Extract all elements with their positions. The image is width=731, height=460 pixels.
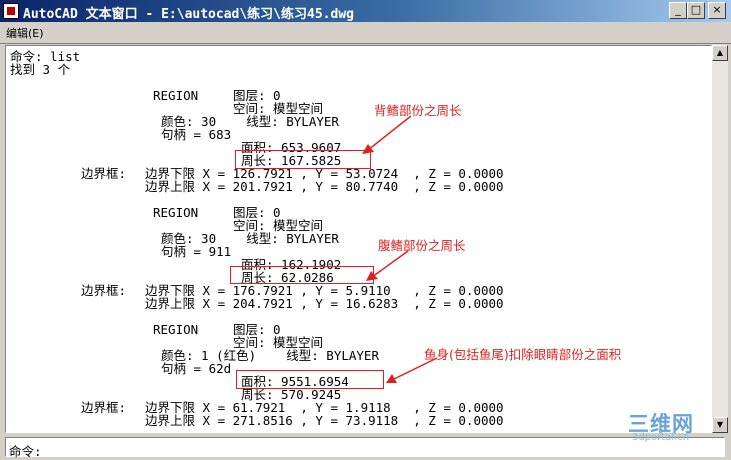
- command-input[interactable]: 命令:: [5, 437, 725, 459]
- annotation-arrow-icon: [362, 115, 412, 154]
- autocad-app-icon[interactable]: [3, 3, 19, 19]
- menu-bar: 编辑(E): [0, 22, 731, 44]
- title-bar: AutoCAD 文本窗口 - E:\autocad\练习\练习45.dwg _ …: [0, 0, 731, 22]
- scroll-up-icon[interactable]: ▲: [712, 45, 728, 61]
- bbox-label: 边界框:: [81, 166, 127, 181]
- vertical-scrollbar[interactable]: ▲ ▼: [712, 45, 728, 433]
- highlight-box: [236, 370, 384, 389]
- bbox-upper: 边界上限 X = 204.7921 , Y = 16.6283 , Z = 0.…: [145, 296, 504, 311]
- annotation-label: 鱼身(包括鱼尾)扣除眼睛部份之面积: [424, 347, 622, 362]
- found-count-text: 找到 3 个: [10, 62, 71, 77]
- annotation-arrow-icon: [386, 357, 438, 383]
- watermark-url: 3dportal.cn: [632, 432, 690, 443]
- region-type: REGION: [153, 205, 199, 220]
- scroll-down-icon[interactable]: ▼: [712, 417, 728, 433]
- region-handle: 句柄 = 683: [161, 127, 232, 142]
- maximize-button[interactable]: □: [687, 2, 705, 19]
- highlight-box: [230, 266, 374, 284]
- bbox-label: 边界框:: [81, 400, 127, 415]
- bbox-label: 边界框:: [81, 283, 127, 298]
- menu-edit[interactable]: 编辑(E): [6, 25, 44, 41]
- window-title: AutoCAD 文本窗口 - E:\autocad\练习\练习45.dwg: [23, 7, 354, 22]
- region-handle: 句柄 = 62d: [161, 361, 232, 376]
- text-history-area[interactable]: 命令: list 找到 3 个 REGION 图层: 0 空间: 模型空间 颜色…: [5, 45, 712, 433]
- bbox-upper: 边界上限 X = 271.8516 , Y = 73.9118 , Z = 0.…: [145, 413, 504, 428]
- command-prompt: 命令:: [9, 444, 42, 459]
- region-type: REGION: [153, 88, 199, 103]
- region-type: REGION: [153, 322, 199, 337]
- bbox-upper: 边界上限 X = 201.7921 , Y = 80.7740 , Z = 0.…: [145, 179, 504, 194]
- region-handle: 句柄 = 911: [161, 244, 232, 259]
- close-button[interactable]: ×: [708, 2, 726, 19]
- minimize-button[interactable]: _: [669, 2, 687, 19]
- annotation-arrow-icon: [366, 250, 409, 281]
